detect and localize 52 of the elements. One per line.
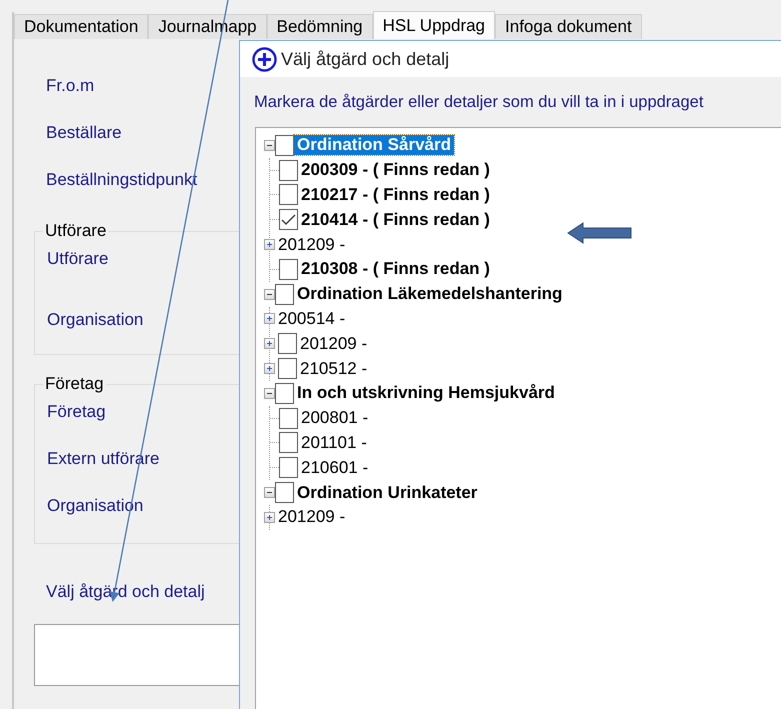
expand-icon[interactable] <box>264 313 275 324</box>
field-label: Organisation <box>46 310 144 331</box>
dialog-title: Välj åtgärd och detalj <box>281 48 450 70</box>
checkbox[interactable] <box>275 482 294 504</box>
expand-icon[interactable] <box>264 363 275 374</box>
tree-item[interactable]: 201101 - <box>298 432 370 453</box>
collapse-icon[interactable] <box>264 487 275 498</box>
collapse-icon[interactable] <box>264 288 275 300</box>
tree-item[interactable]: Ordination Läkemedelshantering <box>294 284 566 304</box>
collapse-icon[interactable] <box>264 140 275 151</box>
checkbox[interactable] <box>275 284 294 305</box>
checkbox[interactable] <box>278 333 297 354</box>
tree-item[interactable]: 200514 - <box>278 308 348 329</box>
checkbox[interactable] <box>279 408 298 429</box>
checkbox[interactable] <box>275 382 294 404</box>
field-label: Utförare <box>46 249 110 270</box>
tab[interactable]: Bedömning <box>266 14 373 39</box>
collapse-icon[interactable] <box>264 388 275 399</box>
tree-item[interactable]: 210601 - <box>298 458 372 478</box>
expand-icon[interactable] <box>264 512 275 523</box>
tree-item[interactable]: In och utskrivning Hemsjukvård <box>294 383 558 404</box>
checkbox[interactable] <box>279 258 298 280</box>
expand-icon[interactable] <box>264 338 275 350</box>
group-title: Utförare <box>44 221 108 241</box>
tree-item[interactable]: Ordination Sårvård <box>294 135 454 156</box>
checkbox[interactable] <box>279 184 298 206</box>
instruction-text: Markera de åtgärder eller detaljer som du vill ta in i uppdraget <box>253 92 704 113</box>
tree-item[interactable]: 210414 - ( Finns redan ) <box>298 210 493 230</box>
tree-item[interactable]: 210217 - ( Finns redan ) <box>298 184 493 205</box>
tree-item[interactable]: 210512 - <box>297 358 370 379</box>
tree-item[interactable]: 201209 - <box>278 234 348 255</box>
tree-item[interactable]: Ordination Urinkateter <box>294 482 480 503</box>
tab[interactable]: Dokumentation <box>14 14 148 39</box>
checkbox[interactable] <box>278 358 297 380</box>
tree-item[interactable]: 200801 - <box>298 408 372 428</box>
field-label: Företag <box>46 402 107 423</box>
tree-item[interactable]: 210308 - ( Finns redan ) <box>298 259 493 280</box>
checkbox[interactable] <box>275 134 294 156</box>
checkbox[interactable] <box>279 432 298 454</box>
expand-icon[interactable] <box>264 239 275 250</box>
tab[interactable]: HSL Uppdrag <box>372 11 496 39</box>
tree-item[interactable]: 200309 - ( Finns redan ) <box>298 160 493 180</box>
tree-item[interactable]: 201209 - <box>278 507 348 528</box>
tab[interactable]: Infoga dokument <box>495 14 642 39</box>
add-icon <box>252 46 277 72</box>
field-label: Beställare <box>45 123 123 144</box>
group-title: Företag <box>44 374 105 394</box>
block-arrow <box>567 222 632 244</box>
checkbox[interactable] <box>279 160 298 181</box>
checkbox[interactable] <box>279 457 298 478</box>
tree-item[interactable]: 201209 - <box>297 334 370 354</box>
checkbox[interactable] <box>279 209 298 230</box>
